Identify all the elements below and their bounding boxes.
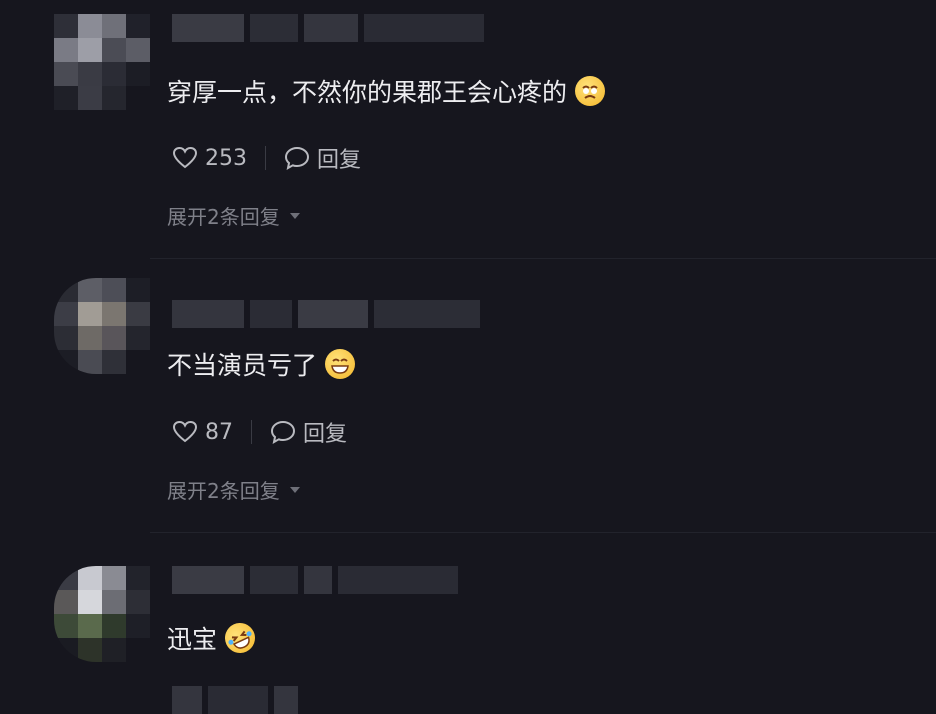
avatar[interactable] [54, 566, 150, 662]
speech-bubble-icon [270, 420, 296, 444]
heart-icon [172, 146, 198, 169]
comment-text: 迅宝 [167, 625, 218, 654]
like-button[interactable]: 253 [172, 146, 247, 171]
avatar[interactable] [54, 14, 150, 110]
reply-button[interactable]: 回复 [284, 142, 361, 174]
comment-actions: 253 回复 [172, 143, 361, 173]
expand-replies-label: 展开2条回复 [167, 479, 280, 503]
comment-divider [150, 532, 936, 533]
comment-text: 穿厚一点，不然你的果郡王会心疼的 [167, 78, 568, 107]
speech-bubble-icon [284, 146, 310, 170]
action-divider [265, 146, 266, 170]
expand-replies-button[interactable]: 展开2条回复 [167, 201, 300, 230]
comment-text-row: 不当演员亏了 [167, 346, 356, 382]
reply-label: 回复 [317, 148, 362, 173]
like-count: 87 [205, 419, 233, 445]
like-button[interactable]: 87 [172, 420, 233, 445]
username-blurred[interactable] [172, 300, 480, 328]
avatar[interactable] [54, 278, 150, 374]
comment-text-row: 穿厚一点，不然你的果郡王会心疼的 [167, 73, 606, 109]
username-blurred[interactable] [172, 566, 458, 594]
expand-replies-label: 展开2条回复 [167, 205, 280, 229]
comment-text: 不当演员亏了 [167, 351, 318, 380]
like-count: 253 [205, 145, 247, 171]
chevron-down-icon [289, 486, 300, 493]
comment-actions: 87 回复 [172, 417, 347, 447]
username-blurred[interactable] [172, 14, 484, 42]
comment-text-row: 迅宝 [167, 618, 260, 658]
reply-label: 回复 [303, 422, 348, 447]
face-holding-back-tears-emoji [575, 76, 606, 106]
heart-icon [172, 420, 198, 443]
expand-replies-button[interactable]: 展开2条回复 [167, 475, 300, 504]
action-divider [251, 420, 252, 444]
next-row-partial [172, 686, 298, 714]
comment-divider [150, 258, 936, 259]
chevron-down-icon [289, 212, 300, 219]
rolling-laughing-emoji [220, 618, 260, 658]
grinning-face-emoji [325, 349, 356, 379]
reply-button[interactable]: 回复 [270, 416, 347, 448]
